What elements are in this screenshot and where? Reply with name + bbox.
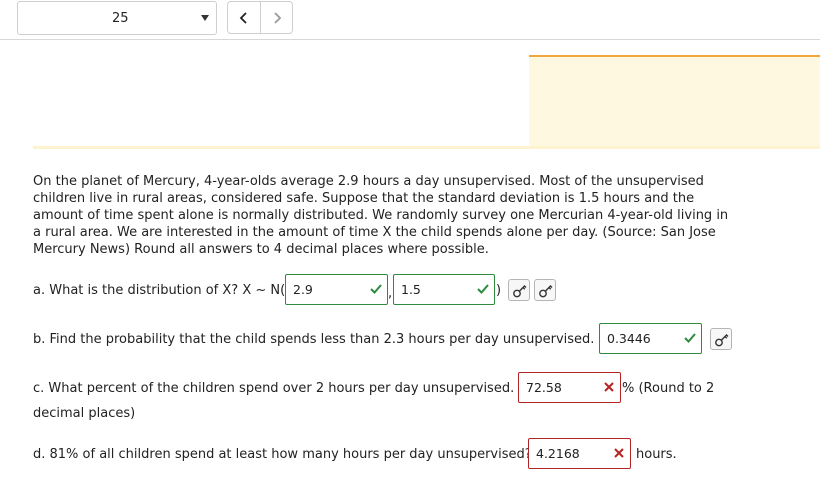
part-a-sd-value: 1.5 xyxy=(401,282,421,297)
key-button[interactable] xyxy=(508,279,530,301)
part-c-question: c. What percent of the children spend ov… xyxy=(33,381,515,396)
part-b-value: 0.3446 xyxy=(607,331,651,346)
part-d-question: d. 81% of all children spend at least ho… xyxy=(33,447,532,462)
cross-icon xyxy=(604,382,614,392)
part-c-suffix-line2: decimal places) xyxy=(33,406,136,421)
key-icon xyxy=(513,285,527,298)
part-d-suffix: hours. xyxy=(636,447,677,462)
part-a-question: a. What is the distribution of X? X ~ N( xyxy=(33,283,286,298)
key-icon xyxy=(539,285,553,298)
problem-statement: On the planet of Mercury, 4-year-olds av… xyxy=(33,174,729,257)
chevron-left-icon xyxy=(239,12,247,24)
part-a-close-paren: ) xyxy=(496,283,502,298)
part-d-value: 4.2168 xyxy=(536,446,580,461)
part-d-input[interactable]: 4.2168 xyxy=(528,438,631,469)
cross-icon xyxy=(614,448,624,458)
part-c-input[interactable]: 72.58 xyxy=(518,372,621,403)
previous-question-button[interactable] xyxy=(228,2,260,33)
next-question-button[interactable] xyxy=(260,2,292,33)
part-a-mean-value: 2.9 xyxy=(293,282,313,297)
part-a-mean-input[interactable]: 2.9 xyxy=(285,274,388,305)
question-number-select[interactable]: 25 xyxy=(17,1,217,35)
top-toolbar: 25 xyxy=(0,0,820,40)
key-button[interactable] xyxy=(710,328,732,350)
info-panel xyxy=(529,55,820,148)
part-c-value: 72.58 xyxy=(526,380,562,395)
dropdown-caret-icon xyxy=(201,15,209,21)
check-icon xyxy=(370,284,382,294)
question-number-value: 25 xyxy=(112,11,129,26)
part-a-sd-input[interactable]: 1.5 xyxy=(393,274,495,305)
section-divider xyxy=(33,146,820,149)
key-button[interactable] xyxy=(534,279,556,301)
part-b-question: b. Find the probability that the child s… xyxy=(33,332,595,347)
check-icon xyxy=(477,284,489,294)
part-c-suffix: % (Round to 2 xyxy=(622,381,715,396)
question-nav xyxy=(227,1,293,34)
part-a-separator: , xyxy=(388,286,393,301)
chevron-right-icon xyxy=(274,12,282,24)
key-icon xyxy=(715,334,729,347)
check-icon xyxy=(684,333,696,343)
part-b-input[interactable]: 0.3446 xyxy=(599,323,702,354)
